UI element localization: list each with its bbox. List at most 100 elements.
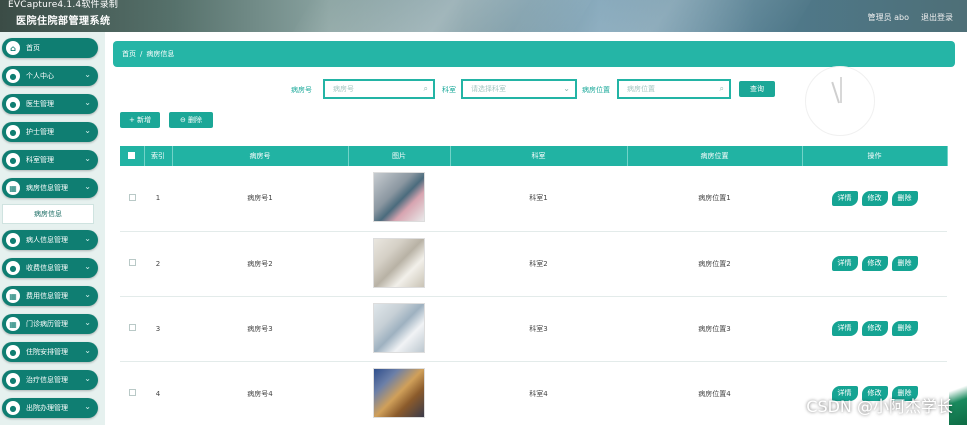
sidebar-item-cost[interactable]: ▦ 费用信息管理 ⌄ [2, 286, 98, 306]
chevron-down-icon: ⌄ [84, 290, 91, 299]
row-index: 2 [155, 259, 161, 268]
sidebar-item-label: 门诊病历管理 [26, 320, 68, 328]
header-decoration [502, 0, 818, 32]
sidebar-item-label: 住院安排管理 [26, 348, 68, 356]
sidebar-item-hospitalization[interactable]: ● 住院安排管理 ⌄ [2, 342, 98, 362]
sidebar-item-treatment[interactable]: ● 治疗信息管理 ⌄ [2, 370, 98, 390]
sidebar-item-label: 费用信息管理 [26, 292, 68, 300]
edit-button[interactable]: 修改 [861, 321, 888, 336]
admin-label: 管理员 abo [867, 13, 909, 22]
table-row: 3 病房号3 科室3 病房位置3 详情 修改 删除 [120, 296, 947, 361]
detail-button[interactable]: 详情 [831, 321, 858, 336]
edit-button[interactable]: 修改 [861, 256, 888, 271]
grid-icon: ▦ [6, 181, 20, 195]
ward-location-input[interactable]: 病房位置 ⌕ [617, 79, 731, 99]
ward-photo [373, 237, 425, 288]
chevron-down-icon: ⌄ [84, 154, 91, 163]
delete-button[interactable]: 删除 [891, 190, 918, 206]
row-checkbox[interactable] [120, 361, 144, 425]
chevron-down-icon: ⌄ [563, 84, 570, 93]
ward-table: 索引 病房号 图片 科室 病房位置 操作 1 病房号1 科室1 病房位置1 详情… [120, 146, 948, 425]
table-row: 1 病房号1 科室1 病房位置1 详情 修改 删除 [120, 166, 947, 231]
chevron-down-icon: ⌄ [84, 402, 91, 411]
search-icon: ⌕ [719, 84, 724, 93]
delete-button[interactable]: 删除 [891, 256, 918, 271]
sidebar-item-fee[interactable]: ● 收费信息管理 ⌄ [2, 258, 98, 278]
edit-button[interactable]: 修改 [861, 190, 888, 206]
chevron-down-icon: ⌄ [84, 98, 91, 107]
row-index: 4 [155, 389, 161, 398]
app-title: 医院住院部管理系统 [16, 16, 111, 27]
top-header: EVCapture4.1.4软件录制 医院住院部管理系统 管理员 abo 退出登… [0, 0, 967, 32]
row-checkbox[interactable] [120, 166, 144, 231]
row-image-cell [348, 296, 450, 361]
patient-icon: ● [6, 233, 20, 247]
sidebar-item-label: 医生管理 [26, 100, 54, 108]
sidebar-subitem-ward[interactable]: 病房信息 [2, 204, 94, 224]
column-header-room: 病房号 [172, 146, 349, 166]
sidebar-item-ward-info[interactable]: ▦ 病房信息管理 ⌄ [2, 178, 98, 198]
row-room-number: 病房号4 [247, 389, 273, 398]
sidebar-item-label: 护士管理 [26, 128, 54, 136]
sidebar-item-nurse[interactable]: ● 护士管理 ⌄ [2, 122, 98, 142]
ward-location-label: 病房位置 [582, 86, 610, 94]
query-button[interactable]: 查询 [739, 81, 775, 97]
watermark: CSDN @小阿杰学长 [806, 397, 953, 416]
row-index: 1 [155, 194, 161, 203]
delete-button[interactable]: 删除 [891, 321, 918, 336]
ward-photo [373, 302, 425, 353]
room-number-input[interactable]: 病房号 ⌕ [323, 79, 435, 99]
row-department: 科室2 [529, 259, 548, 268]
record-icon: ▦ [6, 317, 20, 331]
chevron-down-icon: ⌄ [84, 262, 91, 271]
row-image-cell [348, 231, 450, 296]
sidebar-item-department[interactable]: ● 科室管理 ⌄ [2, 150, 98, 170]
ward-photo [373, 367, 425, 418]
delete-selected-button[interactable]: ⊖ 删除 [169, 112, 213, 128]
column-header-index: 索引 [144, 146, 173, 166]
sidebar-item-discharge[interactable]: ● 出院办理管理 ⌄ [2, 398, 98, 418]
breadcrumb-home[interactable]: 首页 [122, 49, 136, 59]
breadcrumb-separator: / [140, 50, 143, 58]
clock-widget [805, 66, 875, 136]
row-checkbox[interactable] [120, 231, 144, 296]
sidebar-item-label: 个人中心 [26, 72, 54, 80]
sidebar-item-patient[interactable]: ● 病人信息管理 ⌄ [2, 230, 98, 250]
row-location: 病房位置1 [698, 194, 731, 203]
department-select[interactable]: 请选择科室 ⌄ [461, 79, 577, 99]
row-index: 3 [155, 324, 161, 333]
chevron-down-icon: ⌄ [84, 234, 91, 243]
row-checkbox[interactable] [120, 296, 144, 361]
chevron-down-icon: ⌄ [84, 126, 91, 135]
row-location: 病房位置4 [698, 389, 731, 398]
row-room-number: 病房号3 [247, 324, 273, 333]
sidebar: ⌂ 首页 ● 个人中心 ⌄ ● 医生管理 ⌄ ● 护士管理 ⌄ ● 科室管理 ⌄… [0, 32, 105, 425]
doctor-icon: ● [6, 97, 20, 111]
department-label: 科室 [442, 86, 456, 94]
column-header-actions: 操作 [802, 146, 948, 166]
chevron-down-icon: ⌄ [84, 318, 91, 327]
row-location: 病房位置2 [698, 259, 731, 268]
home-icon: ⌂ [6, 41, 20, 55]
sidebar-item-label: 出院办理管理 [26, 404, 68, 412]
detail-button[interactable]: 详情 [831, 256, 858, 271]
select-all-checkbox[interactable] [120, 146, 145, 166]
fee-icon: ● [6, 261, 20, 275]
sidebar-item-doctor[interactable]: ● 医生管理 ⌄ [2, 94, 98, 114]
sidebar-item-outpatient[interactable]: ▦ 门诊病历管理 ⌄ [2, 314, 98, 334]
detail-button[interactable]: 详情 [831, 190, 858, 206]
logout-link[interactable]: 退出登录 [921, 12, 953, 23]
sidebar-item-profile[interactable]: ● 个人中心 ⌄ [2, 66, 98, 86]
bed-icon: ● [6, 345, 20, 359]
row-room-number: 病房号1 [247, 194, 273, 203]
row-actions: 详情 修改 删除 [802, 296, 947, 361]
sidebar-item-home[interactable]: ⌂ 首页 [2, 38, 98, 58]
row-image-cell [348, 166, 450, 231]
add-button[interactable]: + 新增 [120, 112, 160, 128]
header-user-area: 管理员 abo 退出登录 [868, 12, 953, 23]
nurse-icon: ● [6, 125, 20, 139]
capture-label: EVCapture4.1.4软件录制 [8, 0, 119, 10]
column-header-image: 图片 [348, 146, 451, 166]
chevron-down-icon: ⌄ [84, 70, 91, 79]
main-content: 首页 / 病房信息 病房号 病房号 ⌕ 科室 请选择科室 ⌄ 病房位置 病房位置… [105, 32, 967, 425]
